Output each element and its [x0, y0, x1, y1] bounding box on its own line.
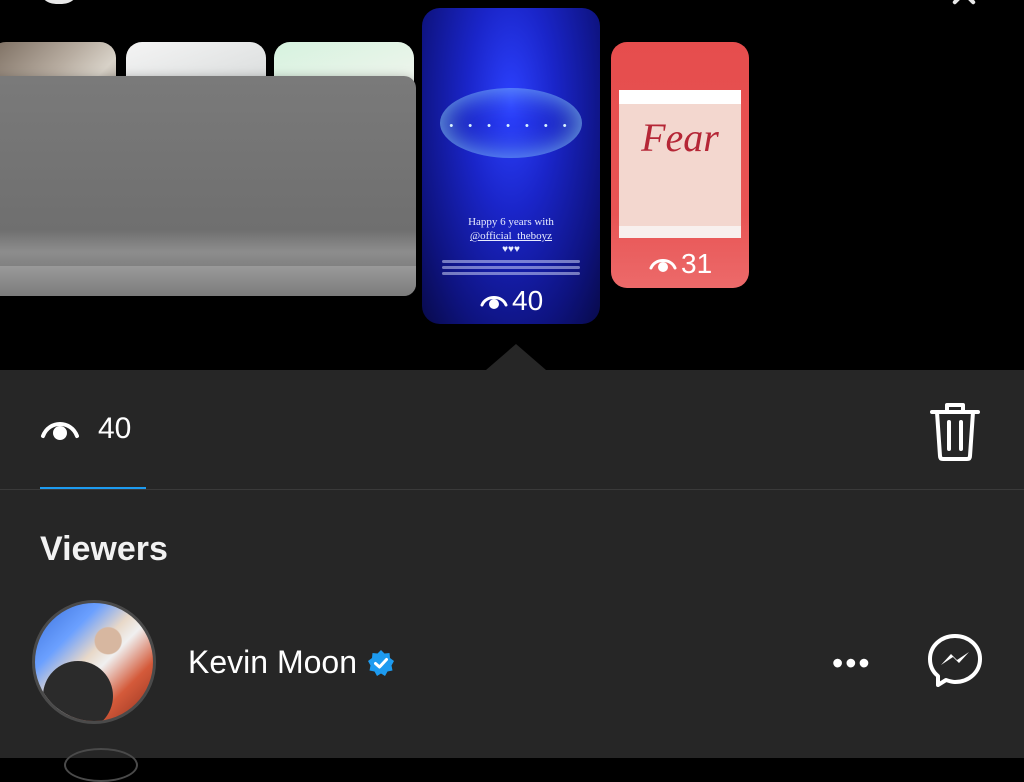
story-carousel: • • • • • • • Happy 6 years with @offici…: [0, 0, 1024, 370]
story-thumbnail[interactable]: Fear 31: [611, 42, 749, 288]
eye-icon: [41, 422, 79, 440]
shared-post-header: [619, 90, 741, 104]
viewer-row[interactable]: Kevin Moon •••: [32, 600, 992, 728]
avatar[interactable]: [32, 600, 156, 724]
story-view-count: 40: [480, 285, 543, 317]
settings-icon[interactable]: [38, 0, 80, 4]
viewer-name[interactable]: Kevin Moon: [188, 644, 357, 681]
story-text-line: [442, 272, 580, 275]
shared-post-caption: [619, 226, 741, 238]
shared-post-title: Fear: [641, 115, 719, 160]
verified-badge-icon: [367, 649, 394, 676]
story-thumbnail-active[interactable]: • • • • • • • Happy 6 years with @offici…: [422, 8, 600, 324]
trash-icon[interactable]: [928, 400, 982, 462]
story-overlay: [0, 76, 416, 296]
story-view-count: 31: [649, 248, 712, 280]
story-text-line: [442, 260, 580, 263]
next-viewer-avatar[interactable]: [64, 748, 138, 782]
story-view-number: 40: [512, 285, 544, 316]
story-mention: @official_theboyz: [469, 230, 552, 242]
eye-icon: [480, 296, 508, 309]
story-text-line: [442, 266, 580, 269]
shared-post-card: [619, 90, 741, 236]
view-count: 40: [98, 412, 132, 445]
viewer-name-group[interactable]: Kevin Moon: [188, 644, 395, 681]
divider: [0, 489, 1024, 490]
story-view-number: 31: [681, 248, 713, 279]
more-icon[interactable]: •••: [832, 647, 872, 679]
story-caption-line: Happy 6 years with: [468, 216, 554, 228]
story-hearts: ♥♥♥: [502, 244, 520, 255]
selection-caret: [486, 344, 546, 370]
viewers-heading: Viewers: [40, 530, 168, 568]
messenger-icon[interactable]: [926, 632, 984, 690]
eye-icon: [649, 259, 677, 272]
close-icon[interactable]: [938, 0, 990, 6]
views-tab[interactable]: 40: [40, 412, 131, 446]
stage-figures: • • • • • • •: [449, 120, 573, 132]
